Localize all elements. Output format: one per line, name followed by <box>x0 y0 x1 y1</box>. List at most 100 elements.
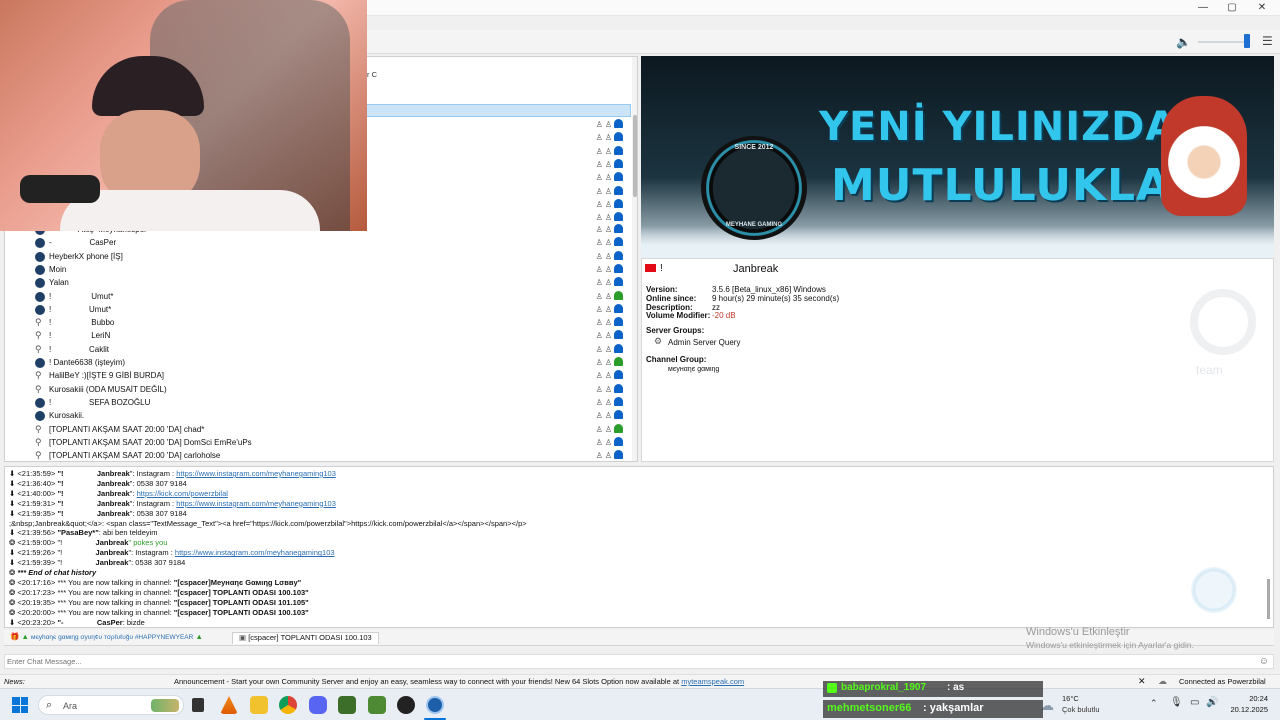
chrome-icon[interactable] <box>279 696 297 714</box>
chat-link[interactable]: https://www.instagram.com/meyhanegaming1… <box>175 548 335 557</box>
badge-icon: ♙ <box>595 437 605 447</box>
admin-group-icon: ⚙ <box>654 336 663 346</box>
minimize-button[interactable]: — <box>1188 1 1218 14</box>
windows-start-icon[interactable] <box>12 697 28 713</box>
chat-log[interactable]: ⬇ <21:35:59> "! Janbreak": Instagram : h… <box>4 466 1274 628</box>
search-box[interactable]: ⌕ Ara <box>38 695 184 715</box>
tree-client-row[interactable]: ! Dante6638 (işteyim) ♙♙ <box>5 357 633 370</box>
tree-client-row[interactable]: ⚲ [TOPLANTI AKŞAM SAAT 20:00 'DA] carloho… <box>5 450 633 461</box>
badge-icon: ♙ <box>604 291 614 301</box>
client-badges: ♙♙ <box>596 237 623 247</box>
tree-scrollbar-thumb[interactable] <box>633 115 637 197</box>
stream-chat-user: babaprokral_1907 <box>841 682 927 693</box>
hidden-row-badges: ♙♙ <box>596 172 623 182</box>
tree-client-row[interactable]: ! Umut* ♙♙ <box>5 290 633 304</box>
chat-link[interactable]: https://www.instagram.com/meyhanegaming1… <box>176 499 336 508</box>
client-badges: ♙♙ <box>595 290 623 301</box>
volume-slider-track[interactable] <box>1198 41 1246 43</box>
file-explorer-icon[interactable] <box>250 696 268 714</box>
chat-link[interactable]: https://www.instagram.com/meyhanegaming1… <box>176 469 336 478</box>
obs-icon[interactable] <box>397 696 415 714</box>
tree-client-row[interactable]: ! SEFA BOZOĞLU ♙♙ <box>5 396 633 410</box>
tree-client-row[interactable]: ⚲ Kurosakiii (ODA MUSAİT DEĞİL) ♙♙ <box>5 383 633 397</box>
chat-system-line: ❂ <20:17:23> *** You are now talking in … <box>9 587 309 597</box>
tree-client-row[interactable]: ⚲ ! Bubbo ♙♙ <box>5 317 633 330</box>
show-hidden-icons-chevron[interactable]: ⌃ <box>1150 698 1158 709</box>
badge-icon: ♙ <box>595 318 605 328</box>
tree-client-row[interactable]: Kurosakii. ♙♙ <box>5 410 633 423</box>
arrow-icon: ⬇ <box>9 617 16 627</box>
news-link[interactable]: myteamspeak.com <box>681 677 744 686</box>
info-icon: ❂ <box>9 607 16 617</box>
volume-slider-thumb[interactable] <box>1244 34 1250 48</box>
arrow-icon: ⬇ <box>9 469 16 478</box>
tree-client-row[interactable]: ⚲ HalilBeY :)[İŞTE 9 GİBİ BURDA] ♙♙ <box>5 370 633 383</box>
vlc-icon[interactable] <box>220 696 238 714</box>
arrow-icon: ⬇ <box>9 528 16 538</box>
chat-scrollbar-thumb[interactable] <box>1267 579 1270 619</box>
chat-input-box[interactable]: ☺ <box>4 654 1274 669</box>
client-info-panel: ! Janbreak Version: 3.5.6 [Beta_linux_x8… <box>641 258 1274 462</box>
tree-client-row[interactable]: ⚲ ! LeriN ♙♙ <box>5 330 633 343</box>
close-button[interactable]: ✕ <box>1247 1 1277 14</box>
discord-icon[interactable] <box>309 696 327 714</box>
close-news-icon[interactable]: ✕ <box>1138 676 1146 687</box>
tree-client-row[interactable]: - CasPer ♙♙ <box>5 237 633 250</box>
chat-line: ⬇ <21:59:35> "! Janbreak": 0538 307 9184 <box>9 508 187 518</box>
task-view-icon[interactable] <box>192 698 204 712</box>
client-badges: ♙♙ <box>596 383 623 394</box>
teamspeak-icon[interactable] <box>426 696 444 714</box>
chat-line: ⬇ <21:35:59> "! Janbreak": Instagram : h… <box>9 469 336 478</box>
news-bar: News: Announcement - Start your own Comm… <box>0 674 1280 688</box>
tree-client-row[interactable]: ⚲ ! Caklit ♙♙ <box>5 343 633 357</box>
stream-chat-text: : as <box>947 682 965 693</box>
badge-icon: ♙ <box>604 451 614 461</box>
arrow-icon: ⬇ <box>9 508 16 518</box>
chat-link[interactable]: https://kick.com/powerzbilal <box>137 489 228 498</box>
tab-server-chat[interactable]: 🎁 ▲ мєуhαηє gαмιηg σуυη¢υ тσρℓυℓυğυ #HAP… <box>10 632 203 644</box>
group-flag-icon <box>614 423 623 433</box>
group-flag-icon <box>614 303 623 313</box>
badge-icon: ♙ <box>595 291 605 301</box>
chat-input[interactable] <box>5 655 1245 668</box>
minecraft-launcher-icon[interactable] <box>368 696 386 714</box>
chat-history-end: ❂ *** End of chat history <box>9 568 97 577</box>
client-badges: ♙♙ <box>596 303 623 314</box>
badge-icon: ♙ <box>604 264 614 274</box>
group-flag-icon <box>614 343 623 353</box>
volume-tray-icon[interactable]: 🔊 <box>1206 697 1218 708</box>
news-text: Announcement - Start your own Community … <box>174 677 745 686</box>
arrow-icon: ⬇ <box>9 478 16 488</box>
client-name: HalilBeY :)[İŞTE 9 GİBİ BURDA] <box>49 371 164 381</box>
chat-system-line: ❂ <20:17:16> *** You are now talking in … <box>9 577 302 587</box>
client-badges: ♙♙ <box>596 343 623 354</box>
maximize-button[interactable]: ▢ <box>1217 1 1247 14</box>
microphone-tray-icon[interactable]: 🎙 <box>1170 697 1183 708</box>
group-flag-icon <box>614 317 623 327</box>
badge-icon: ♙ <box>604 278 614 288</box>
info-icon: ❂ <box>9 577 16 587</box>
tree-client-row[interactable]: ⚲ [TOPLANTI AKŞAM SAAT 20:00 'DA] chad* ♙♙ <box>5 423 633 437</box>
network-icon[interactable]: ▭ <box>1190 697 1199 708</box>
nickname: Janbreak <box>733 263 779 275</box>
minecraft-icon[interactable] <box>338 696 356 714</box>
emoji-icon[interactable]: ☺ <box>1259 656 1269 667</box>
tree-client-row[interactable]: ! Umut* ♙♙ <box>5 303 633 317</box>
group-flag-icon <box>614 172 623 182</box>
chat-line: ⬇ <21:59:26> "! Janbreak": Instagram : h… <box>9 548 335 558</box>
tree-client-row[interactable]: ⚲ [TOPLANTI AKŞAM SAAT 20:00 'DA] DomSci … <box>5 436 633 450</box>
tab-channel-chat[interactable]: ▣ [cspacer] TOPLANTI ODASI 100.103 <box>232 632 379 644</box>
badge-icon: ♙ <box>595 397 605 407</box>
clock-date[interactable]: 20.12.2025 <box>1224 705 1268 714</box>
news-label: News: <box>4 677 25 686</box>
badge-icon: ♙ <box>595 451 605 461</box>
badge-icon: ♙ <box>604 251 614 261</box>
tree-client-row[interactable]: HeyberkX phone [İŞ] ♙♙ <box>5 250 633 264</box>
tree-client-row[interactable]: Moin ♙♙ <box>5 263 633 277</box>
badge-icon: ♙ <box>595 424 605 434</box>
tree-client-row[interactable]: Yalan ♙♙ <box>5 277 633 290</box>
microphone <box>20 175 100 203</box>
menu-grid-icon[interactable]: ☰ <box>1262 34 1273 48</box>
clock-time[interactable]: 20:24 <box>1224 694 1268 703</box>
speaker-icon[interactable]: 🔈 <box>1176 35 1191 49</box>
